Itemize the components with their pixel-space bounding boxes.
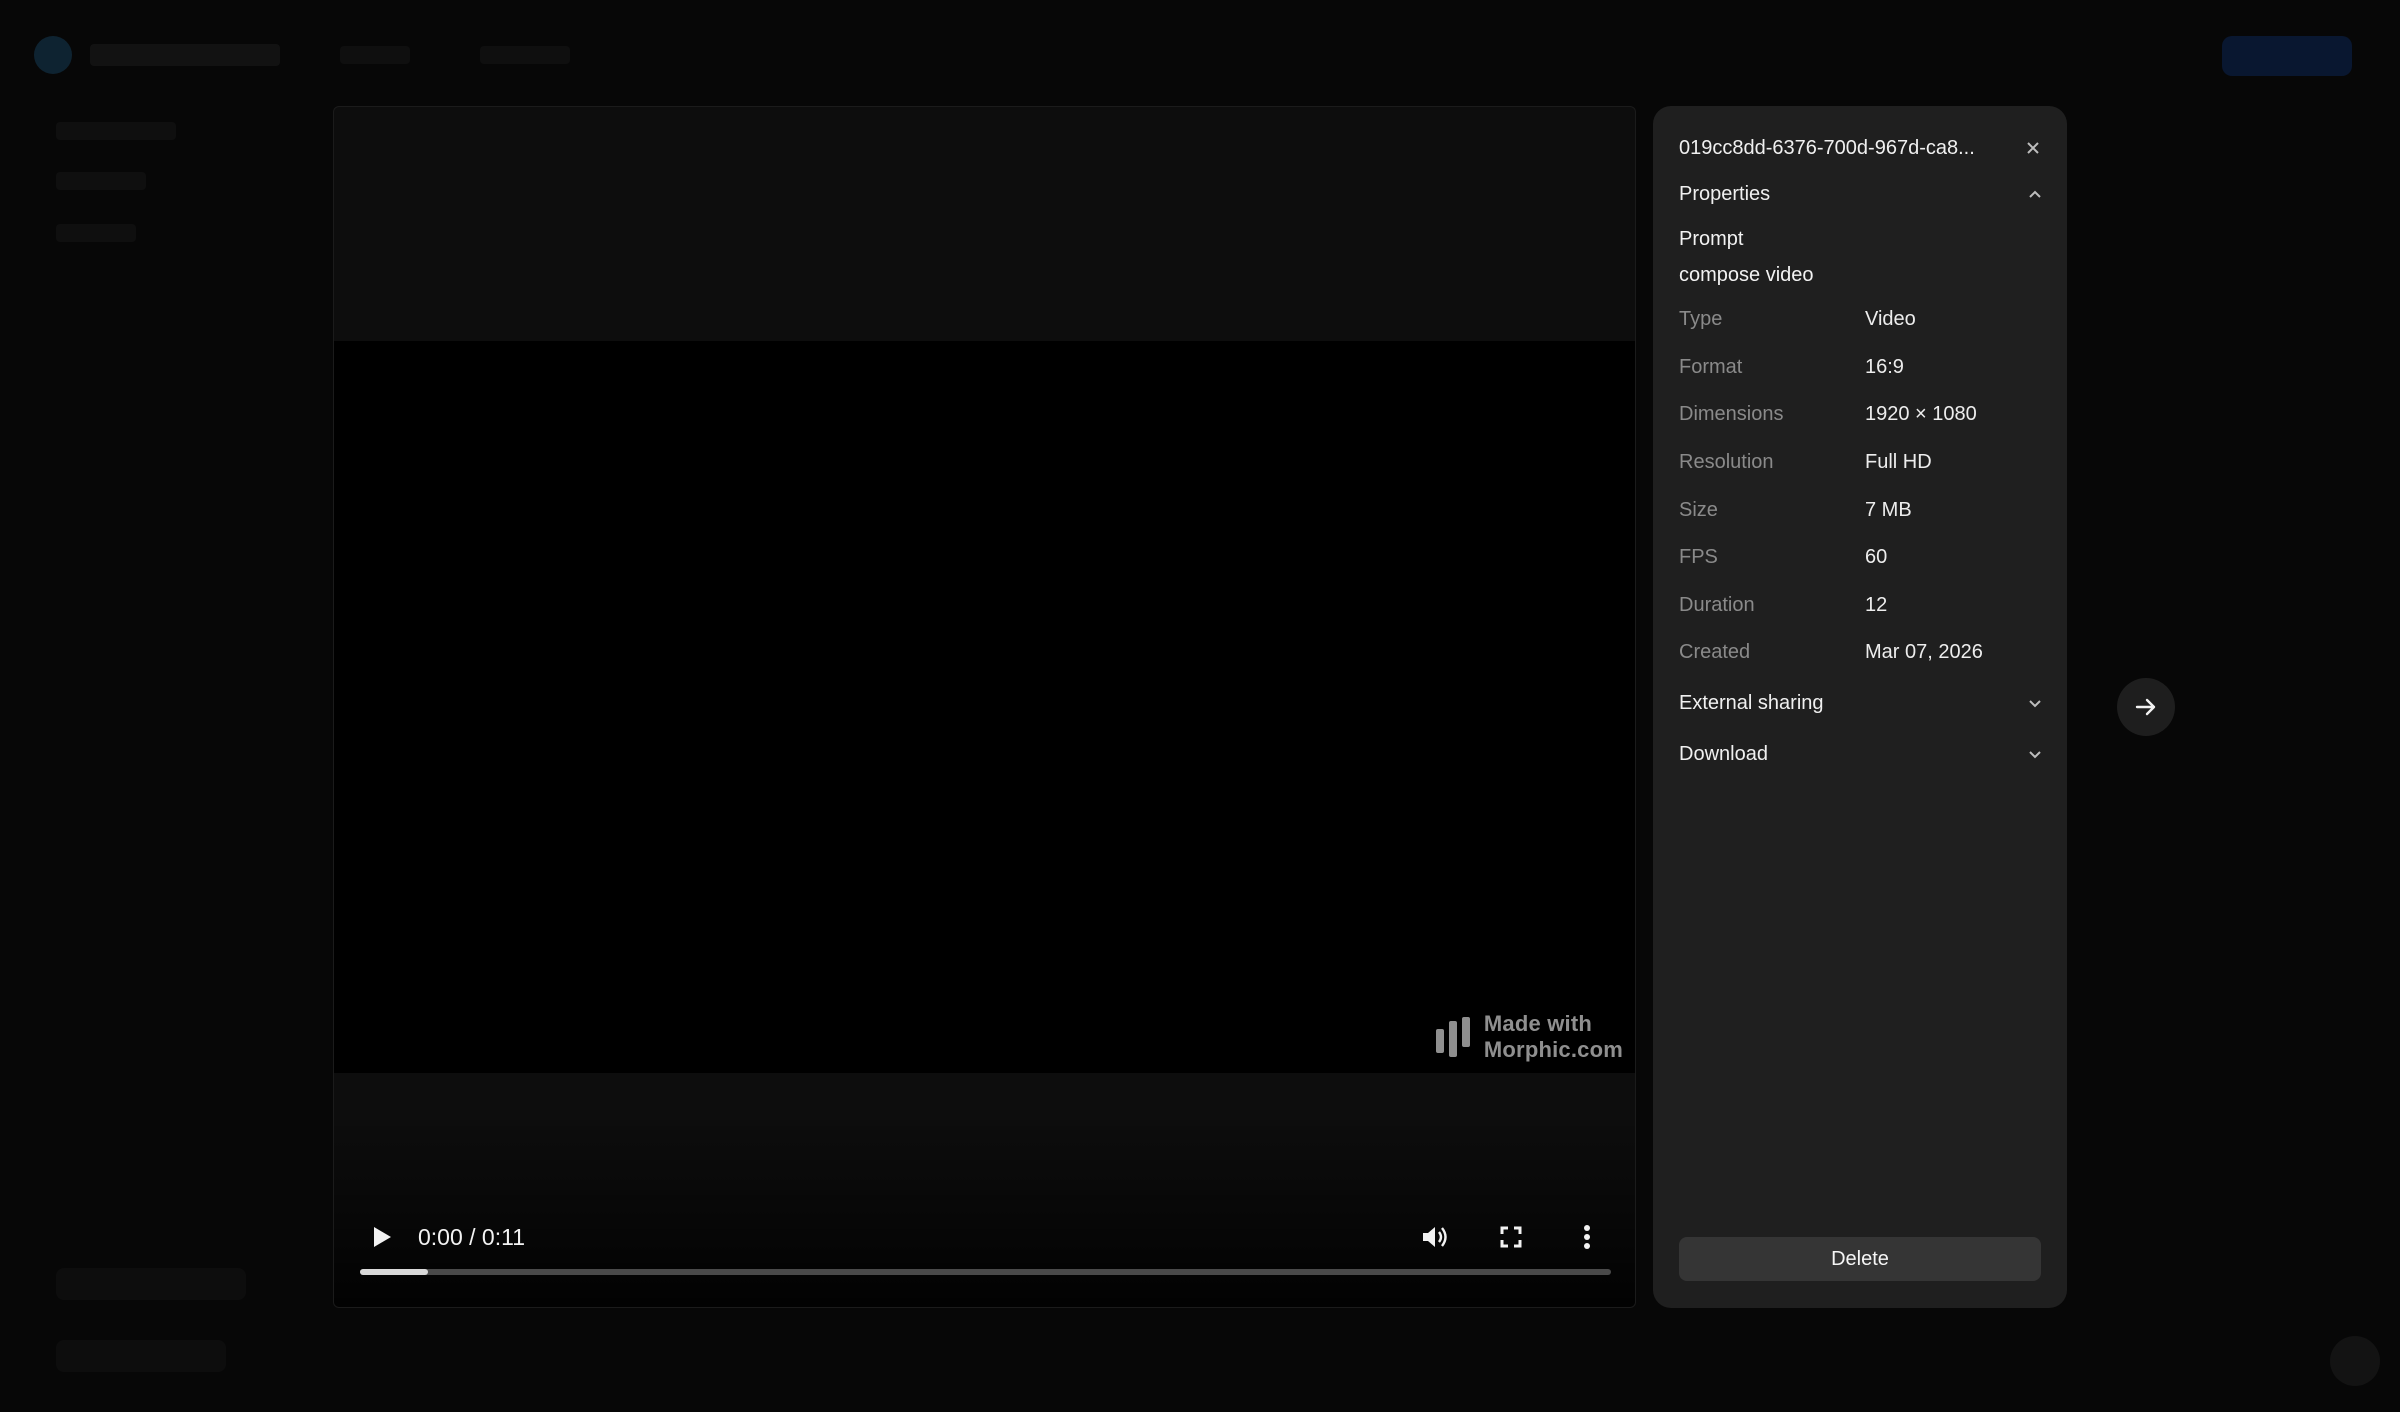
close-button[interactable]: [2019, 134, 2047, 162]
progress-bar[interactable]: [360, 1269, 1611, 1275]
property-row-type: Type Video: [1679, 304, 1916, 334]
property-row-format: Format 16:9: [1679, 352, 1904, 382]
watermark-line1: Made with: [1483, 1011, 1593, 1036]
property-value: Video: [1865, 307, 1916, 330]
background-primary-button: [2222, 36, 2352, 76]
video-player[interactable]: Made with Morphic.com 0:00 / 0:11: [333, 106, 1636, 1308]
close-icon: [2027, 142, 2039, 154]
asset-title: 019cc8dd-6376-700d-967d-ca8...: [1679, 136, 1975, 159]
property-value: 1920 × 1080: [1865, 402, 1977, 425]
property-value: 7 MB: [1865, 498, 1912, 521]
property-value: 16:9: [1865, 355, 1904, 378]
property-key: Size: [1679, 498, 1718, 521]
watermark: Made with Morphic.com: [1434, 1011, 1623, 1063]
chevron-down-icon: [2023, 742, 2047, 766]
video-frame[interactable]: Made with Morphic.com: [334, 341, 1635, 1073]
property-key: Resolution: [1679, 450, 1774, 473]
background-sidebar-item: [56, 122, 176, 140]
play-button[interactable]: [358, 1213, 406, 1261]
property-key: Duration: [1679, 593, 1755, 616]
property-row-dimensions: Dimensions 1920 × 1080: [1679, 399, 1977, 429]
fullscreen-button[interactable]: [1487, 1213, 1535, 1261]
chevron-down-icon: [2023, 691, 2047, 715]
property-row-size: Size 7 MB: [1679, 495, 1912, 525]
property-key: Type: [1679, 307, 1723, 330]
details-header: 019cc8dd-6376-700d-967d-ca8...: [1679, 128, 2047, 168]
background-topbar: [0, 0, 2400, 110]
download-section-toggle[interactable]: Download: [1679, 736, 2047, 772]
property-value: 12: [1865, 593, 1888, 616]
properties-label: Properties: [1679, 182, 1771, 205]
property-key: Dimensions: [1679, 402, 1784, 425]
morphic-logo-icon: [1435, 1017, 1470, 1057]
arrow-right-icon: [2135, 698, 2156, 716]
play-icon: [374, 1227, 391, 1247]
background-help-icon: [2330, 1336, 2380, 1386]
prompt-label: Prompt: [1679, 228, 1744, 250]
fullscreen-icon: [1500, 1226, 1522, 1248]
background-sidebar-footer-item: [56, 1340, 226, 1372]
background-sidebar-item: [56, 172, 146, 190]
external-sharing-section-toggle[interactable]: External sharing: [1679, 685, 2047, 721]
property-key: FPS: [1679, 545, 1718, 568]
background-logo-icon: [34, 36, 72, 74]
property-row-resolution: Resolution Full HD: [1679, 447, 1932, 477]
property-value: Full HD: [1865, 450, 1932, 473]
property-value: 60: [1865, 545, 1888, 568]
time-display: 0:00 / 0:11: [418, 1223, 525, 1250]
watermark-text: Made with Morphic.com: [1484, 1011, 1623, 1063]
property-key: Created: [1679, 640, 1751, 663]
watermark-line2: Morphic.com: [1483, 1037, 1623, 1062]
prompt-value: compose video: [1679, 264, 1814, 286]
progress-fill: [360, 1269, 428, 1275]
video-controls: 0:00 / 0:11: [358, 1207, 1611, 1267]
next-button[interactable]: [2117, 678, 2175, 736]
background-breadcrumb: [340, 46, 410, 64]
volume-icon: [1423, 1227, 1447, 1247]
property-row-created: Created Mar 07, 2026: [1679, 637, 1983, 667]
chevron-up-icon: [2023, 182, 2047, 206]
more-vertical-icon: [1584, 1225, 1590, 1249]
details-panel: 019cc8dd-6376-700d-967d-ca8... Propertie…: [1653, 106, 2067, 1308]
external-sharing-label: External sharing: [1679, 691, 1824, 714]
property-row-duration: Duration 12: [1679, 590, 1887, 620]
background-sidebar-item: [56, 224, 136, 242]
volume-button[interactable]: [1411, 1213, 1459, 1261]
delete-button[interactable]: Delete: [1679, 1237, 2041, 1281]
property-key: Format: [1679, 355, 1743, 378]
download-label: Download: [1679, 742, 1768, 765]
background-breadcrumb: [480, 46, 570, 64]
background-sidebar-footer-item: [56, 1268, 246, 1300]
properties-section-toggle[interactable]: Properties: [1679, 176, 2047, 212]
property-row-fps: FPS 60: [1679, 542, 1887, 572]
background-logo-text: [90, 44, 280, 66]
property-value: Mar 07, 2026: [1865, 640, 1983, 663]
more-options-button[interactable]: [1563, 1213, 1611, 1261]
